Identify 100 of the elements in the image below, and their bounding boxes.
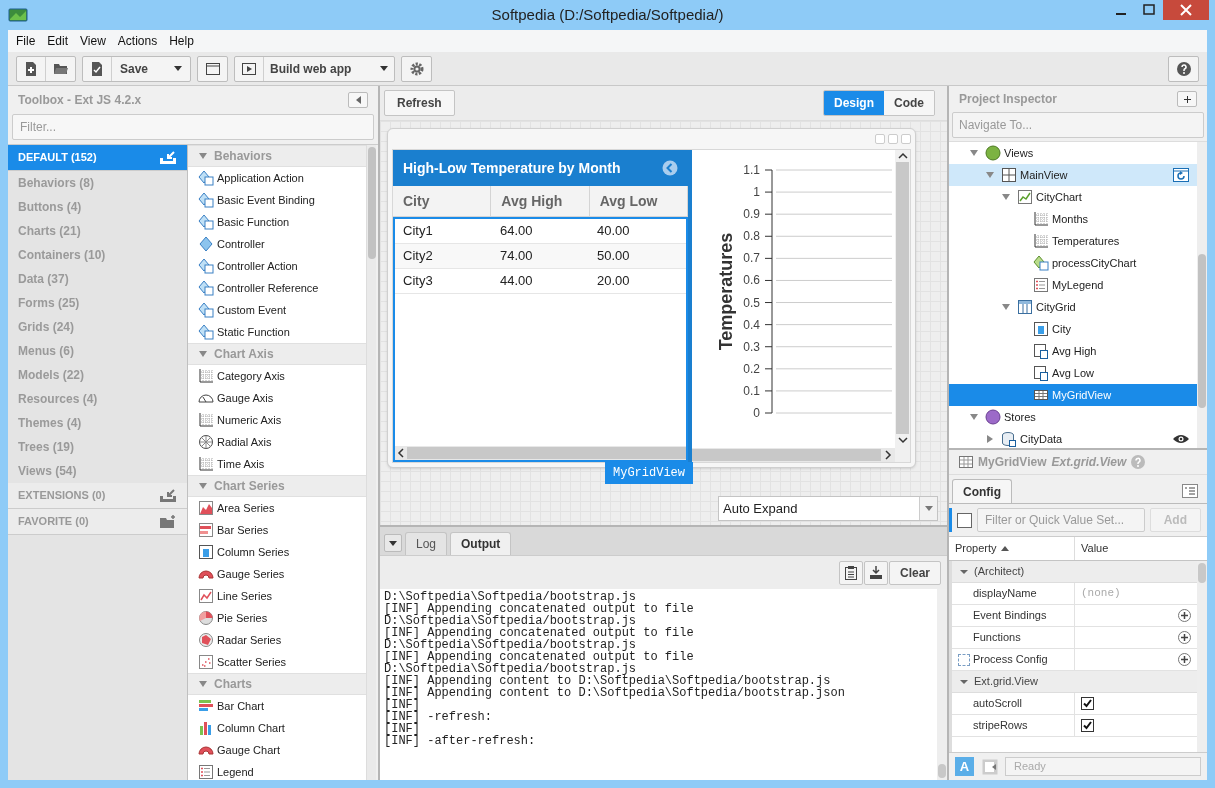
tree-item[interactable]: MyGridView [949, 384, 1197, 406]
filter-field[interactable]: Filter... [12, 114, 374, 140]
horizontal-scrollbar[interactable] [692, 448, 895, 462]
add-icon[interactable] [1178, 609, 1191, 622]
toolbox-item[interactable]: Application Action [188, 167, 366, 189]
config-tab[interactable]: Config [952, 479, 1012, 503]
collapse-arrow-icon[interactable] [198, 481, 208, 491]
add-icon[interactable] [1178, 631, 1191, 644]
tree-item[interactable]: Stores [949, 406, 1197, 428]
toolbox-item[interactable]: Category Axis [188, 365, 366, 387]
toolbox-item[interactable]: Legend [188, 761, 366, 780]
property-group-header[interactable]: Ext.grid.View [952, 671, 1197, 693]
tree-item[interactable]: City [949, 318, 1197, 340]
tree-item[interactable]: processCityChart [949, 252, 1197, 274]
tree-item[interactable]: MyLegend [949, 274, 1197, 296]
refresh-button[interactable]: Refresh [384, 90, 455, 116]
toolbox-item[interactable]: Time Axis [188, 453, 366, 475]
category-item[interactable]: DEFAULT (152) [8, 145, 187, 171]
toolbox-item[interactable]: Controller Action [188, 255, 366, 277]
tree-item[interactable]: CityData [949, 428, 1197, 448]
menu-item[interactable]: View [74, 32, 112, 50]
expand-arrow-icon[interactable] [1001, 302, 1011, 312]
output-tab[interactable]: Log [405, 532, 448, 555]
toolbox-item[interactable]: Scatter Series [188, 651, 366, 673]
expand-arrow-icon[interactable] [985, 434, 995, 444]
column-header[interactable]: City [393, 186, 492, 216]
toolbox-item[interactable]: Custom Event [188, 299, 366, 321]
column-header[interactable]: Value [1075, 537, 1207, 560]
toolbox-item[interactable]: Radial Axis [188, 431, 366, 453]
tree-item[interactable]: Avg High [949, 340, 1197, 362]
tree-item[interactable]: MainView [949, 164, 1197, 186]
expand-arrow-icon[interactable] [985, 170, 995, 180]
toolbox-item[interactable]: Radar Series [188, 629, 366, 651]
export-button[interactable] [980, 757, 999, 776]
toolbox-item[interactable]: Area Series [188, 497, 366, 519]
scrollbar-thumb[interactable] [367, 147, 376, 259]
menu-item[interactable]: Edit [41, 32, 75, 50]
tree-item[interactable]: Temperatures [949, 230, 1197, 252]
expand-arrow-icon[interactable] [969, 412, 979, 422]
output-tab[interactable]: Output [450, 532, 512, 555]
tree-item[interactable]: CityGrid [949, 296, 1197, 318]
download-button[interactable] [863, 560, 888, 585]
collapse-button[interactable] [348, 92, 368, 108]
toolbox-item[interactable]: Bar Chart [188, 695, 366, 717]
checkbox[interactable] [1081, 697, 1094, 710]
table-cell-text: City1 [402, 222, 434, 241]
expand-arrow-icon[interactable] [969, 148, 979, 158]
tree-item[interactable]: Views [949, 142, 1197, 164]
scrollbar-thumb[interactable] [1198, 254, 1206, 408]
panel-menu-button[interactable] [384, 534, 402, 552]
clear-button[interactable]: Clear [888, 560, 941, 585]
copy-button[interactable] [838, 560, 863, 585]
toolbox-item[interactable]: Gauge Chart [188, 739, 366, 761]
select-all-checkbox[interactable] [957, 512, 972, 528]
toolbox-item[interactable]: Basic Function [188, 211, 366, 233]
close-button[interactable] [1163, 0, 1209, 20]
refresh-window-icon[interactable] [1173, 168, 1189, 182]
expand-arrow-icon[interactable] [1001, 192, 1011, 202]
toolbox-item[interactable]: Numeric Axis [188, 409, 366, 431]
toolbox-item[interactable]: Gauge Series [188, 563, 366, 585]
collapse-arrow-icon[interactable] [198, 151, 208, 161]
scrollbar-thumb[interactable] [1198, 563, 1206, 583]
collapse-arrow-icon[interactable] [198, 349, 208, 359]
toolbox-item[interactable]: Controller Reference [188, 277, 366, 299]
column-header[interactable]: Avg Low [589, 186, 688, 216]
toolbox-item[interactable]: Column Chart [188, 717, 366, 739]
tree-item[interactable]: Months [949, 208, 1197, 230]
menu-item[interactable]: File [10, 32, 42, 50]
scrollbar-thumb[interactable] [938, 764, 946, 778]
menu-item[interactable]: Actions [111, 32, 164, 50]
layout-dropdown[interactable]: Auto Expand [718, 496, 938, 521]
toolbox-item[interactable]: Static Function [188, 321, 366, 343]
tree-item[interactable]: Avg Low [949, 362, 1197, 384]
view-tab[interactable]: Design [824, 91, 884, 115]
view-tab[interactable]: Code [884, 91, 934, 115]
add-button[interactable] [1177, 91, 1197, 107]
scroll-down-icon [896, 434, 909, 446]
toolbox-item[interactable]: Gauge Axis [188, 387, 366, 409]
toolbox-item[interactable]: Column Series [188, 541, 366, 563]
add-icon[interactable] [1178, 653, 1191, 666]
toolbox-item[interactable]: Controller [188, 233, 366, 255]
tray-icon [159, 488, 177, 503]
toolbox-item[interactable]: Basic Event Binding [188, 189, 366, 211]
layout-options-button[interactable] [1180, 481, 1200, 500]
horizontal-scrollbar[interactable] [395, 446, 686, 460]
toolbox-item[interactable]: Line Series [188, 585, 366, 607]
toolbox-item[interactable]: Pie Series [188, 607, 366, 629]
property-filter-field[interactable]: Filter or Quick Value Set... [977, 508, 1145, 532]
checkbox[interactable] [1081, 719, 1094, 732]
column-header[interactable]: Avg High [491, 186, 590, 216]
property-group-header[interactable]: (Architect) [952, 561, 1197, 583]
menu-item[interactable]: Help [163, 32, 200, 50]
toolbox-item[interactable]: Bar Series [188, 519, 366, 541]
collapse-icon[interactable] [662, 160, 678, 176]
tree-item[interactable]: CityChart [949, 186, 1197, 208]
navigate-field[interactable]: Navigate To... [952, 112, 1204, 138]
collapse-arrow-icon[interactable] [198, 679, 208, 689]
vertical-scrollbar[interactable] [895, 150, 910, 462]
eye-icon[interactable] [1173, 434, 1189, 444]
column-header[interactable]: Property [949, 537, 1075, 560]
